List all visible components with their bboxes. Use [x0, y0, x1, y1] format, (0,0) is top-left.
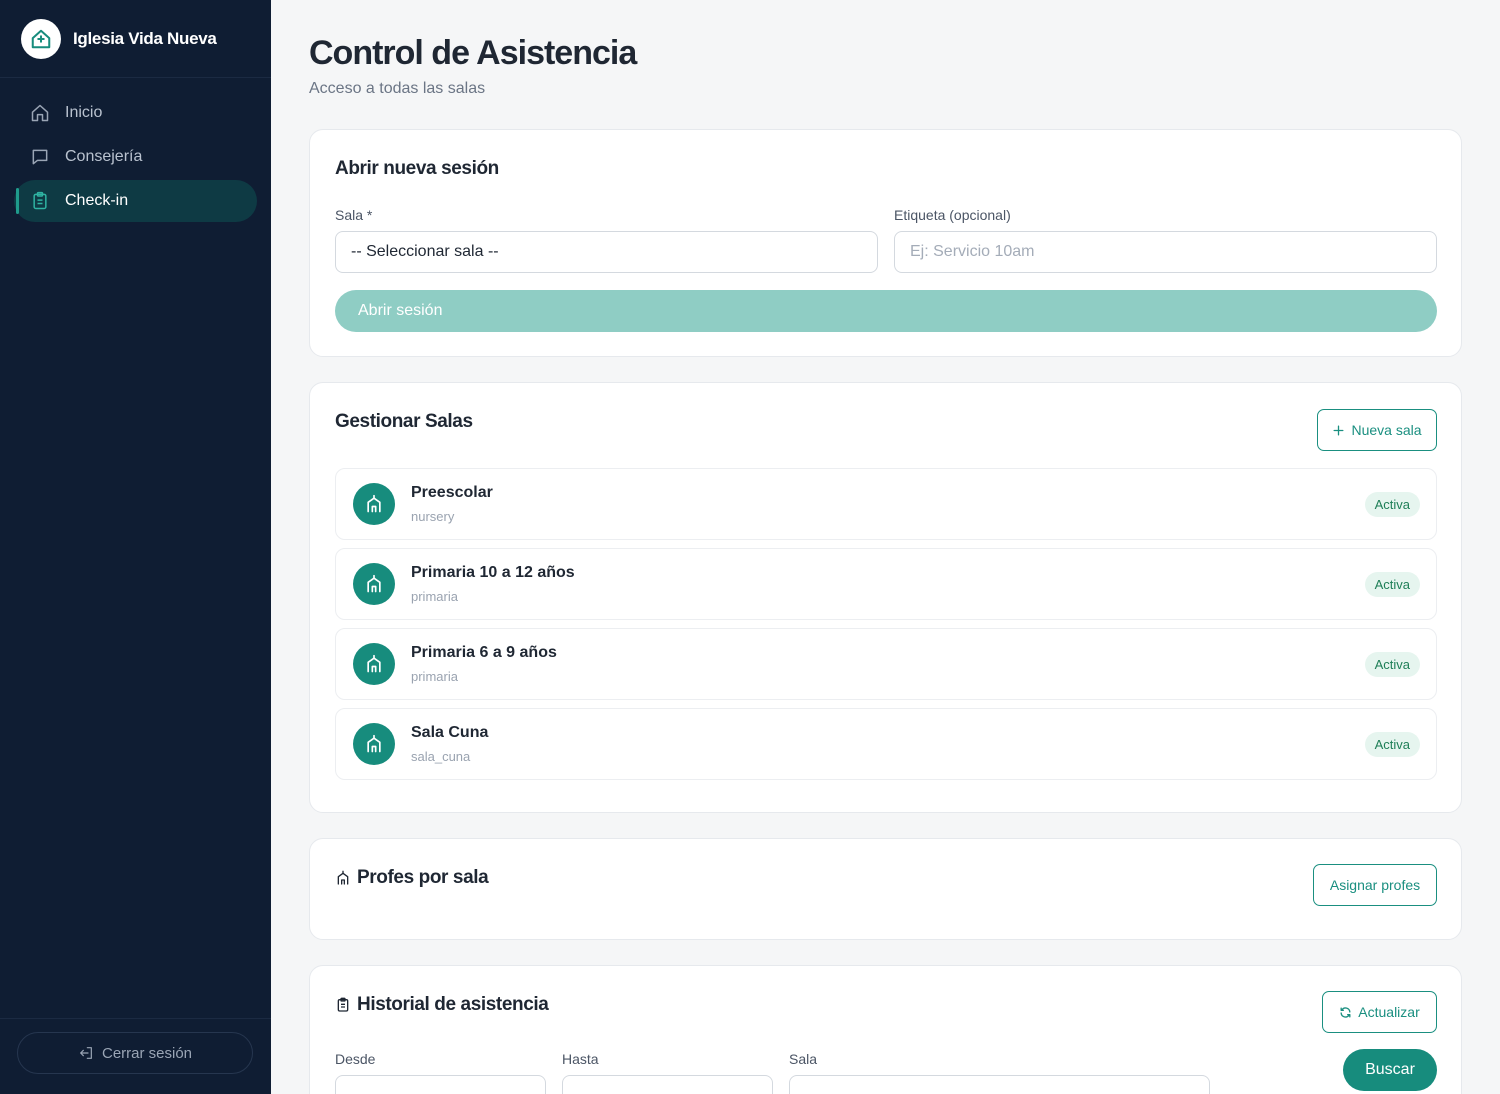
desde-label: Desde	[335, 1051, 376, 1067]
sala-select[interactable]: -- Seleccionar sala --	[335, 231, 878, 273]
logout-label: Cerrar sesión	[101, 1044, 193, 1062]
history-title: Historial de asistencia	[335, 994, 549, 1016]
chat-icon	[30, 147, 50, 167]
plus-icon	[1332, 424, 1345, 437]
room-name: Preescolar	[411, 484, 493, 501]
room-code: sala_cuna	[411, 749, 471, 764]
manage-rooms-card: Gestionar Salas Nueva sala Preescolar nu…	[309, 382, 1462, 813]
room-icon	[353, 483, 395, 525]
refresh-label: Actualizar	[1358, 1004, 1420, 1020]
teachers-card: Profes por sala Asignar profes	[309, 838, 1462, 940]
manage-rooms-title: Gestionar Salas	[335, 411, 473, 432]
room-icon	[335, 870, 351, 886]
search-button[interactable]: Buscar	[1343, 1049, 1437, 1091]
status-badge: Activa	[1364, 652, 1420, 677]
sidebar: Iglesia Vida Nueva Inicio Consejería Che…	[0, 0, 271, 1094]
sidebar-item-inicio[interactable]: Inicio	[14, 92, 257, 134]
clipboard-icon	[30, 191, 50, 211]
room-name: Primaria 10 a 12 años	[411, 564, 575, 581]
room-code: primaria	[411, 589, 458, 604]
brand-name: Iglesia Vida Nueva	[73, 28, 217, 48]
open-session-button[interactable]: Abrir sesión	[335, 290, 1437, 332]
teachers-title: Profes por sala	[335, 867, 489, 889]
sidebar-footer: Cerrar sesión	[0, 1018, 271, 1094]
history-card: Historial de asistencia Actualizar Desde…	[309, 965, 1462, 1094]
refresh-button[interactable]: Actualizar	[1322, 991, 1437, 1033]
open-session-card: Abrir nueva sesión Sala * -- Seleccionar…	[309, 129, 1462, 357]
room-icon	[353, 563, 395, 605]
page-title: Control de Asistencia	[309, 34, 637, 72]
page-subtitle: Acceso a todas las salas	[309, 80, 486, 97]
open-session-title: Abrir nueva sesión	[335, 158, 499, 179]
room-code: nursery	[411, 509, 455, 524]
sala-label: Sala *	[335, 207, 373, 223]
hasta-label: Hasta	[562, 1051, 599, 1067]
logout-icon	[78, 1045, 94, 1061]
refresh-icon	[1339, 1006, 1352, 1019]
room-icon	[353, 643, 395, 685]
main-content: Control de Asistencia Acceso a todas las…	[271, 0, 1500, 1094]
history-title-text: Historial de asistencia	[357, 994, 549, 1015]
status-badge: Activa	[1364, 572, 1420, 597]
status-badge: Activa	[1364, 492, 1420, 517]
sidebar-item-label: Check-in	[65, 192, 129, 209]
sidebar-item-consejeria[interactable]: Consejería	[14, 136, 257, 178]
room-name: Primaria 6 a 9 años	[411, 644, 557, 661]
list-item[interactable]: Primaria 10 a 12 años primaria Activa	[335, 548, 1437, 620]
clipboard-icon	[335, 997, 351, 1013]
sala-filter-select[interactable]	[789, 1075, 1210, 1094]
tag-label: Etiqueta (opcional)	[894, 207, 1011, 223]
brand: Iglesia Vida Nueva	[0, 0, 271, 78]
list-item[interactable]: Preescolar nursery Activa	[335, 468, 1437, 540]
hasta-date-input[interactable]	[562, 1075, 773, 1094]
desde-date-input[interactable]	[335, 1075, 546, 1094]
room-name: Sala Cuna	[411, 724, 489, 741]
list-item[interactable]: Sala Cuna sala_cuna Activa	[335, 708, 1437, 780]
sidebar-item-label: Inicio	[65, 104, 103, 121]
sidebar-item-label: Consejería	[65, 148, 143, 165]
status-badge: Activa	[1364, 732, 1420, 757]
church-home-icon	[21, 18, 61, 59]
room-icon	[353, 723, 395, 765]
assign-teachers-button[interactable]: Asignar profes	[1313, 864, 1437, 906]
new-room-label: Nueva sala	[1351, 422, 1422, 438]
teachers-title-text: Profes por sala	[357, 867, 489, 888]
new-room-button[interactable]: Nueva sala	[1317, 409, 1437, 451]
room-code: primaria	[411, 669, 458, 684]
home-icon	[30, 103, 50, 123]
sala-filter-label: Sala	[789, 1051, 818, 1067]
list-item[interactable]: Primaria 6 a 9 años primaria Activa	[335, 628, 1437, 700]
logout-button[interactable]: Cerrar sesión	[17, 1032, 253, 1074]
tag-input[interactable]: Ej: Servicio 10am	[894, 231, 1437, 273]
sidebar-item-check-in[interactable]: Check-in	[14, 180, 257, 222]
sidebar-nav: Inicio Consejería Check-in	[0, 78, 271, 222]
